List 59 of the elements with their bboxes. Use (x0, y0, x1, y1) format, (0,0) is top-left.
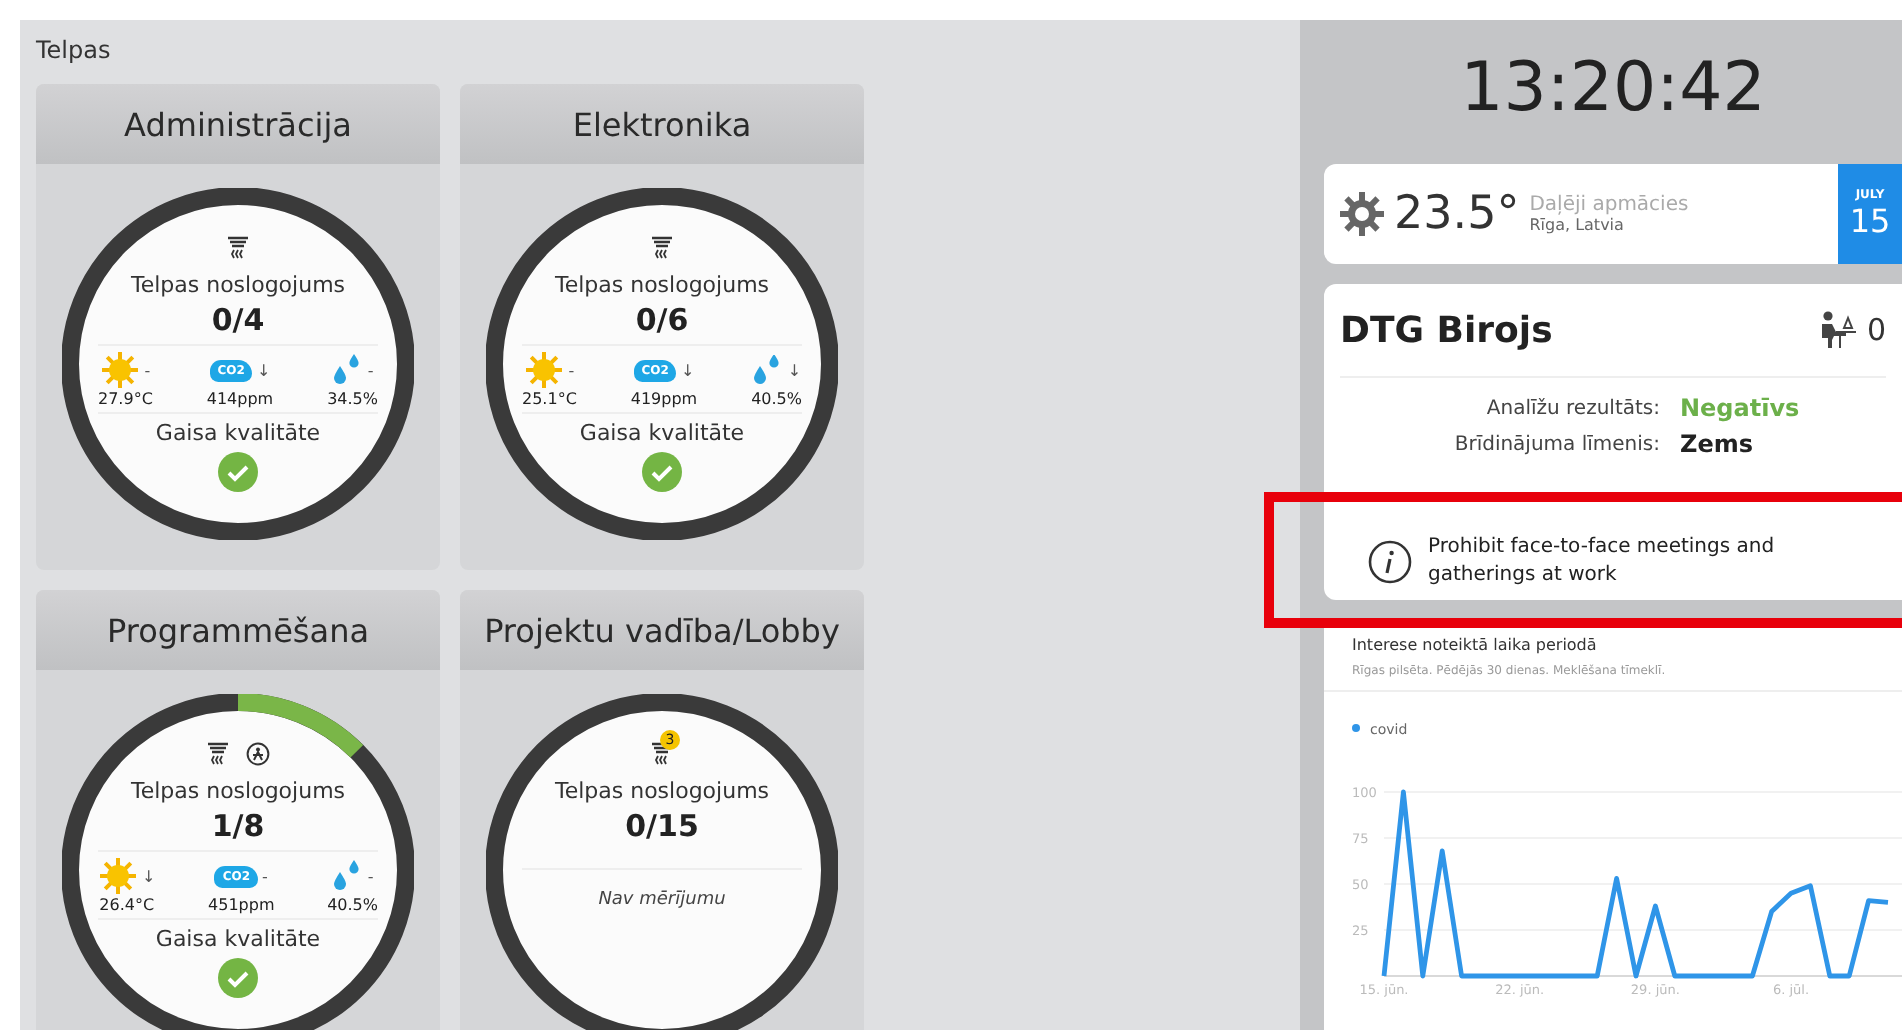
trend-indicator: - (262, 867, 268, 885)
water-drops-icon (331, 858, 364, 894)
metric-value: 419ppm (630, 390, 698, 408)
location: Rīga, Latvia (1529, 216, 1626, 234)
air-quality-label: Gaisa kvalitāte (579, 420, 745, 446)
metric-value: 40.5% (751, 390, 802, 408)
metric-value: 34.5% (327, 390, 378, 408)
trend-indicator: - (144, 361, 151, 379)
water-drops-icon (331, 352, 364, 388)
room-name: Projektu vadība/Lobby (460, 590, 864, 670)
occupancy-label: Telpas noslogojums (554, 778, 770, 804)
metric-value: 414ppm (206, 390, 274, 408)
metric-value: 25.1°C (522, 390, 577, 408)
day: 15 (1849, 202, 1891, 240)
chart-title: Interese noteiktā laika periodā (1350, 636, 1599, 654)
trend-indicator: ↓ (680, 361, 695, 379)
smoke-detector-icon (206, 742, 230, 766)
occupancy-value: 0/15 (625, 808, 699, 844)
clock: 13:20:42 (1460, 48, 1766, 128)
room-name: Administrācija (36, 84, 440, 164)
air-quality-label: Gaisa kvalitāte (155, 926, 321, 952)
metric-value: 26.4°C (99, 896, 155, 914)
status-label: Analīžu rezultāts: (1484, 397, 1660, 419)
status-value: Negatīvs (1680, 394, 1802, 422)
occupancy-value: 1/8 (211, 808, 265, 844)
trend-indicator: ↓ (142, 867, 156, 885)
trend-indicator: - (367, 867, 374, 885)
trend-indicator: - (568, 361, 575, 379)
occupancy-label: Telpas noslogojums (130, 778, 346, 804)
metric-value: 451ppm (208, 896, 275, 914)
motion-sensor-icon (246, 742, 270, 766)
weather-condition: Daļēji apmācies (1529, 194, 1691, 216)
status-value: Zems (1680, 430, 1755, 458)
people-count: 0 (1866, 312, 1886, 348)
metric-value: 40.5% (327, 896, 378, 914)
occupancy-value: 0/4 (211, 302, 265, 338)
trend-indicator: ↓ (787, 361, 802, 379)
smoke-detector-icon (650, 742, 674, 766)
no-data-text: Nav mērījumu (522, 868, 802, 910)
info-icon (1368, 539, 1412, 583)
room-name: Elektronika (460, 84, 864, 164)
trend-indicator: ↓ (256, 361, 271, 379)
legend-dot (1352, 724, 1360, 732)
temperature: 23.5° (1394, 188, 1520, 240)
office-name: DTG Birojs (1340, 309, 1555, 351)
person-at-desk-icon (1818, 310, 1859, 350)
occupancy-value: 0/6 (635, 302, 689, 338)
water-drops-icon (751, 352, 784, 388)
room-name: Programmēšana (36, 590, 440, 670)
occupancy-label: Telpas noslogojums (554, 272, 770, 298)
smoke-detector-icon (226, 236, 250, 260)
notice-text: Prohibit face-to-face meetings and gatherings at work (1428, 534, 1777, 588)
air-quality-label: Gaisa kvalitāte (155, 420, 321, 446)
section-title: Telpas (36, 36, 113, 64)
occupancy-label: Telpas noslogojums (130, 272, 346, 298)
smoke-detector-icon (650, 236, 674, 260)
metric-value: 27.9°C (98, 390, 153, 408)
status-label: Brīdinājuma līmenis: (1452, 433, 1660, 455)
trend-indicator: - (367, 361, 374, 379)
